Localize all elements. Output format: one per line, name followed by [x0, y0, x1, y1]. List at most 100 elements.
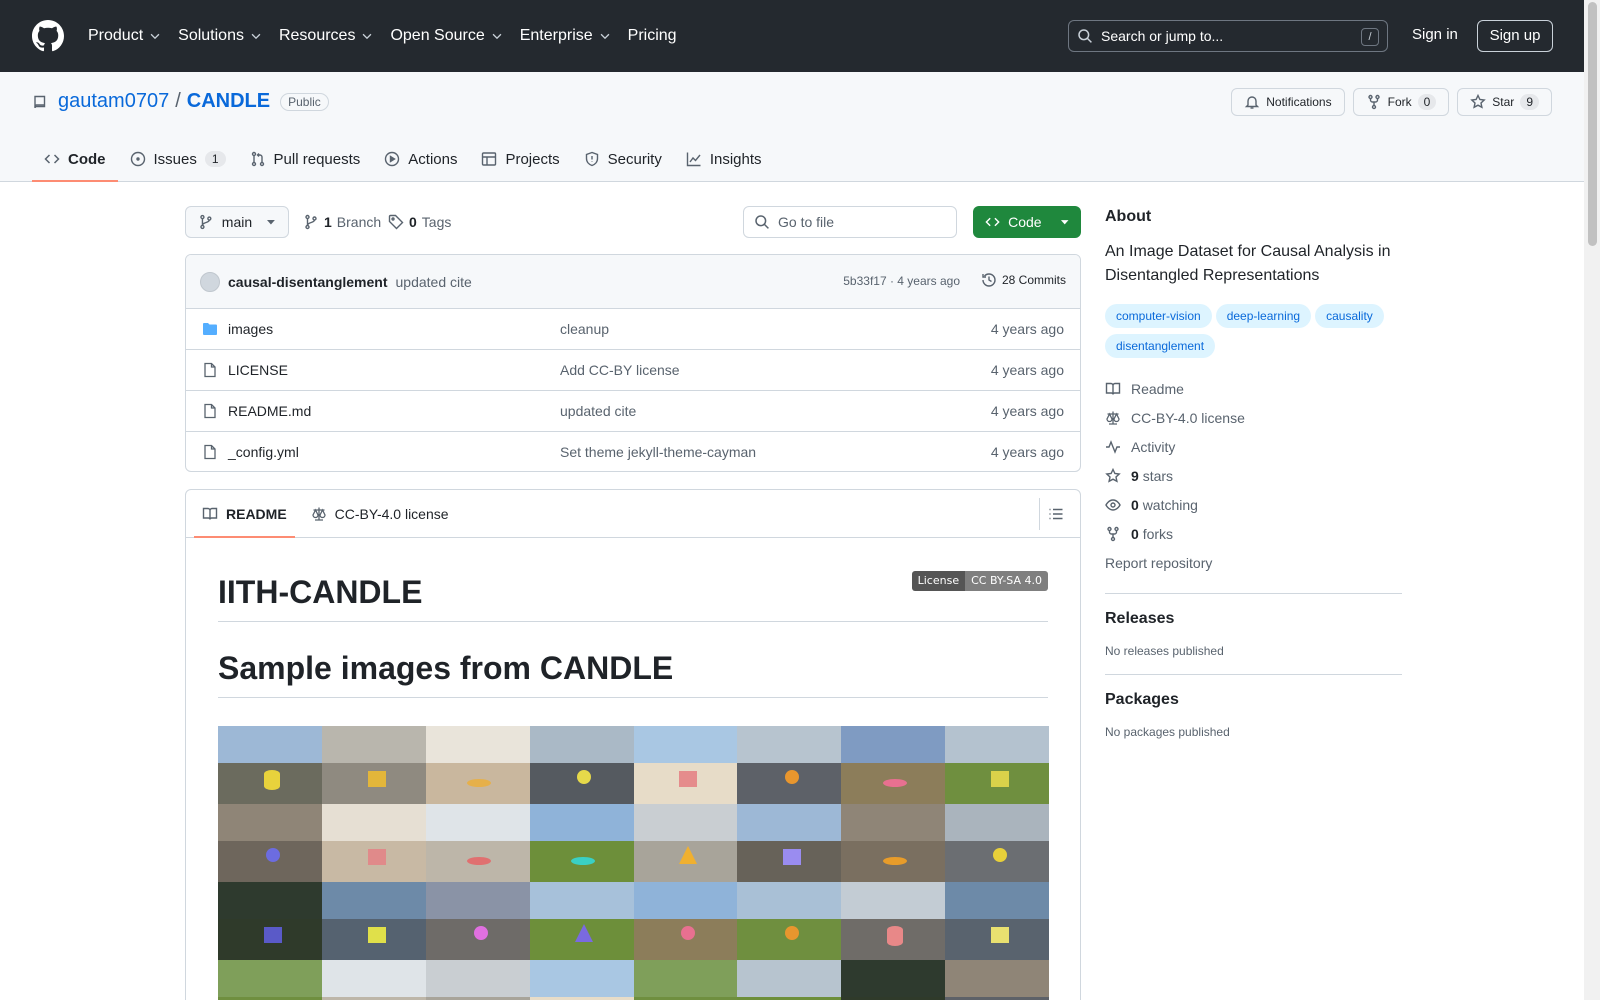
commit-message-link[interactable]: updated cite: [396, 274, 472, 290]
forks-link[interactable]: 0 forks: [1105, 519, 1402, 548]
fork-button[interactable]: Fork 0: [1352, 88, 1450, 116]
github-logo-icon[interactable]: [32, 20, 64, 52]
branches-link[interactable]: 1 Branch: [303, 214, 381, 230]
nav-resources[interactable]: Resources: [279, 27, 374, 45]
repo-header: gautam0707 / CANDLE Public Notifications…: [0, 72, 1584, 182]
license-badge[interactable]: License CC BY-SA 4.0: [911, 571, 1048, 591]
topic-tag[interactable]: causality: [1315, 304, 1384, 328]
file-commit-message[interactable]: updated cite: [560, 403, 636, 419]
notifications-button[interactable]: Notifications: [1231, 88, 1345, 116]
pulse-icon: [1106, 439, 1120, 454]
commits-link[interactable]: 28 Commits: [981, 272, 1066, 288]
about-heading: About: [1105, 208, 1152, 225]
readme-body: IITH-CANDLE License CC BY-SA 4.0 Sample …: [186, 538, 1080, 1000]
sample-image: [633, 726, 738, 804]
nav-open-source[interactable]: Open Source: [390, 27, 503, 45]
tab-license[interactable]: CC-BY-4.0 license: [303, 490, 457, 537]
scrollbar-thumb[interactable]: [1588, 2, 1597, 246]
topic-tag[interactable]: deep-learning: [1215, 304, 1312, 328]
file-row[interactable]: README.md updated cite 4 years ago: [186, 391, 1080, 432]
about-links: Readme CC-BY-4.0 license Activity 9 star…: [1105, 374, 1402, 577]
sample-image: [945, 882, 1049, 960]
file-row[interactable]: _config.yml Set theme jekyll-theme-cayma…: [186, 432, 1080, 471]
chevron-down-icon: [492, 33, 502, 40]
sign-in-link[interactable]: Sign in: [1412, 26, 1458, 43]
sample-image: [841, 882, 946, 960]
releases-heading[interactable]: Releases: [1105, 610, 1402, 628]
nav-enterprise[interactable]: Enterprise: [520, 27, 612, 45]
star-button[interactable]: Star 9: [1457, 88, 1552, 116]
repo-tabs: Code Issues 1 Pull requests Actions Proj…: [32, 136, 774, 182]
nav-pricing-label: Pricing: [627, 27, 677, 44]
avatar[interactable]: [200, 271, 220, 292]
tab-issues[interactable]: Issues 1: [118, 136, 238, 182]
stars-link[interactable]: 9 stars: [1105, 461, 1402, 490]
nav-solutions[interactable]: Solutions: [178, 27, 263, 45]
caret-down-icon: [1060, 220, 1069, 225]
file-commit-message[interactable]: cleanup: [560, 321, 609, 337]
watchers-link[interactable]: 0 watching: [1105, 490, 1402, 519]
report-repository-link[interactable]: Report repository: [1105, 548, 1402, 577]
sign-up-button[interactable]: Sign up: [1477, 20, 1553, 52]
file-icon: [204, 444, 216, 460]
star-label: Star: [1492, 95, 1515, 109]
nav-product[interactable]: Product: [88, 27, 162, 45]
tab-projects[interactable]: Projects: [469, 136, 571, 182]
readme-link[interactable]: Readme: [1105, 374, 1402, 403]
list-icon[interactable]: [1048, 506, 1064, 522]
file-name[interactable]: images: [228, 321, 273, 337]
folder-icon: [203, 323, 217, 335]
activity-link[interactable]: Activity: [1105, 432, 1402, 461]
file-commit-message[interactable]: Set theme jekyll-theme-cayman: [560, 444, 756, 460]
file-commit-message[interactable]: Add CC-BY license: [560, 362, 680, 378]
tab-insights[interactable]: Insights: [674, 136, 774, 182]
license-link[interactable]: CC-BY-4.0 license: [1105, 403, 1402, 432]
commit-author-link[interactable]: causal-disentanglement: [228, 274, 388, 290]
file-name[interactable]: README.md: [228, 403, 311, 419]
fork-icon: [1367, 94, 1380, 110]
code-dropdown-button[interactable]: Code: [973, 206, 1081, 238]
sample-image: [321, 804, 426, 882]
file-name[interactable]: _config.yml: [228, 444, 299, 460]
branch-select-button[interactable]: main: [185, 206, 289, 238]
branch-icon: [305, 214, 317, 230]
about-sidebar: About An Image Dataset for Causal Analys…: [1105, 208, 1402, 739]
notifications-label: Notifications: [1266, 95, 1332, 109]
file-name[interactable]: LICENSE: [228, 362, 288, 378]
topic-tag[interactable]: disentanglement: [1105, 334, 1216, 358]
sample-image: [633, 960, 738, 1000]
watching-count: 0: [1131, 496, 1139, 513]
sample-image: [321, 726, 426, 804]
code-icon: [985, 217, 1000, 227]
tab-security[interactable]: Security: [572, 136, 674, 182]
sample-image: [841, 960, 946, 1000]
nav-pricing[interactable]: Pricing: [628, 27, 677, 45]
sample-image: [633, 882, 738, 960]
issues-count: 1: [204, 151, 226, 167]
file-row[interactable]: LICENSE Add CC-BY license 4 years ago: [186, 350, 1080, 391]
tags-link[interactable]: 0 Tags: [388, 214, 451, 230]
tab-code[interactable]: Code: [32, 136, 118, 182]
file-row[interactable]: images cleanup 4 years ago: [186, 309, 1080, 350]
sample-image: [425, 960, 530, 1000]
forks-label: forks: [1142, 525, 1174, 542]
global-search-input[interactable]: Search or jump to... /: [1068, 20, 1388, 52]
tab-readme[interactable]: README: [194, 490, 295, 538]
tab-actions[interactable]: Actions: [372, 136, 469, 182]
repo-name-link[interactable]: CANDLE: [187, 90, 270, 113]
tab-pull-requests[interactable]: Pull requests: [238, 136, 373, 182]
file-icon: [204, 403, 216, 419]
sample-image: [737, 804, 842, 882]
readme-section-title: Sample images from CANDLE: [218, 650, 1048, 698]
packages-heading[interactable]: Packages: [1105, 691, 1402, 709]
chevron-down-icon: [150, 33, 160, 40]
sample-image: [529, 960, 634, 1000]
topic-tag[interactable]: computer-vision: [1105, 304, 1212, 328]
sample-image: [841, 726, 946, 804]
divider: [1105, 674, 1402, 675]
go-to-file-input[interactable]: Go to file: [743, 206, 957, 238]
global-header: Product Solutions Resources Open Source …: [0, 0, 1584, 72]
repo-owner-link[interactable]: gautam0707: [58, 90, 169, 113]
commit-hash-age[interactable]: 5b33f17 · 4 years ago: [843, 274, 960, 288]
readme-tabs: README CC-BY-4.0 license: [186, 490, 1080, 538]
